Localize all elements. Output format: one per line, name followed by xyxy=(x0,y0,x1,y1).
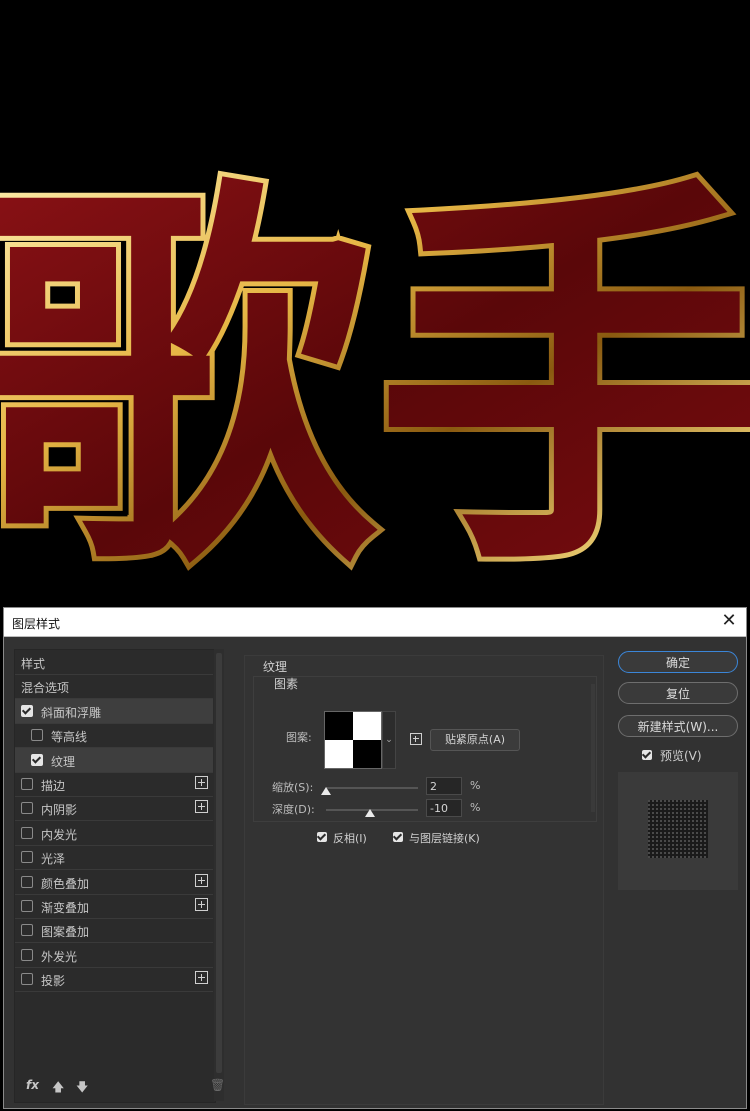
style-list-item[interactable]: 光泽 xyxy=(15,845,213,871)
add-effect-icon[interactable] xyxy=(195,898,208,911)
preview-texture xyxy=(648,800,708,858)
style-list-label: 光泽 xyxy=(41,852,66,867)
dialog-body: 样式 混合选项 斜面和浮雕 等高线 纹理 描边 内阴影 内发光 光泽 颜色叠加 渐变叠加 图案叠加 外发… xyxy=(4,637,746,1108)
style-list-label: 外发光 xyxy=(41,949,78,964)
style-list-item[interactable]: 内阴影 xyxy=(15,796,213,822)
preview-area xyxy=(618,772,738,890)
link-with-layer-label: 与图层链接(K) xyxy=(409,832,480,845)
style-list-label: 渐变叠加 xyxy=(41,901,90,915)
dialog-title: 图层样式 xyxy=(12,617,61,631)
dialog-titlebar[interactable]: 图层样式 ✕ xyxy=(4,608,746,637)
new-preset-icon[interactable] xyxy=(410,733,422,745)
style-list-label: 内发光 xyxy=(41,827,78,842)
checker-pattern xyxy=(325,712,381,768)
style-list-item[interactable]: 斜面和浮雕 xyxy=(15,698,213,724)
depth-input[interactable]: -10 xyxy=(426,799,462,817)
style-checkbox[interactable] xyxy=(21,802,33,815)
ok-button[interactable]: 确定 xyxy=(618,651,738,673)
style-list-item[interactable]: 等高线 xyxy=(15,723,213,749)
scale-label: 缩放(S): xyxy=(272,781,314,794)
chevron-down-icon[interactable]: ⌄ xyxy=(382,711,396,769)
preview-label: 预览(V) xyxy=(660,749,702,763)
style-list-item[interactable]: 纹理 xyxy=(15,747,213,773)
style-list-label: 颜色叠加 xyxy=(41,876,90,891)
preview-thumbnail xyxy=(648,800,708,858)
style-list-item[interactable]: 外发光 xyxy=(15,943,213,968)
add-effect-icon[interactable] xyxy=(195,800,208,814)
style-list-label: 斜面和浮雕 xyxy=(41,705,102,720)
scale-input[interactable]: 2 xyxy=(426,777,462,795)
arrow-up-icon[interactable]: 🡅 xyxy=(52,1078,64,1099)
pattern-swatch[interactable] xyxy=(324,711,382,769)
add-effect-icon[interactable] xyxy=(195,971,208,985)
texture-panel: 纹理 图素 图案: ⌄ 贴紧原点(A) 缩放(S): 2 % 深度(D): -1… xyxy=(244,655,604,1105)
invert-label: 反相(I) xyxy=(333,832,367,845)
artwork-canvas: 歌手 xyxy=(0,0,750,606)
style-checkbox[interactable] xyxy=(21,948,33,961)
style-list-item[interactable]: 渐变叠加 xyxy=(15,894,213,919)
scrollbar-thumb[interactable] xyxy=(216,653,222,1073)
scale-slider-knob[interactable] xyxy=(321,787,331,795)
arrow-down-icon[interactable]: 🡇 xyxy=(76,1078,88,1099)
style-checkbox[interactable] xyxy=(21,778,33,790)
style-list-footer: fx 🡅 🡇 🗑 xyxy=(18,1075,225,1099)
style-list-label: 等高线 xyxy=(51,730,88,745)
depth-percent: % xyxy=(470,801,481,814)
style-list-label: 投影 xyxy=(41,974,66,989)
artwork-characters: 歌手 xyxy=(0,145,750,606)
style-list-item[interactable]: 样式 xyxy=(15,650,213,675)
section-title: 纹理 xyxy=(263,660,288,674)
new-style-button[interactable]: 新建样式(W)... xyxy=(618,715,738,737)
style-list-label: 纹理 xyxy=(51,754,76,769)
style-checkbox[interactable] xyxy=(21,826,33,839)
close-icon[interactable]: ✕ xyxy=(718,610,740,632)
style-list-label: 描边 xyxy=(41,779,66,793)
scale-slider-track[interactable] xyxy=(326,787,418,789)
artwork-svg: 歌手 xyxy=(0,140,750,606)
style-checkbox[interactable] xyxy=(31,729,43,742)
add-effect-icon[interactable] xyxy=(195,873,208,887)
style-checkbox[interactable] xyxy=(31,753,43,766)
style-checkbox[interactable] xyxy=(21,851,33,864)
trash-icon[interactable]: 🗑 xyxy=(210,1078,225,1092)
depth-label: 深度(D): xyxy=(272,803,315,816)
elements-group: 图素 图案: ⌄ 贴紧原点(A) 缩放(S): 2 % 深度(D): -10 % xyxy=(253,676,597,822)
calligraphy-glyphs: 歌手 xyxy=(0,140,750,606)
style-list-item[interactable]: 图案叠加 xyxy=(15,918,213,944)
invert-checkbox[interactable] xyxy=(317,832,327,842)
style-list-item[interactable]: 混合选项 xyxy=(15,674,213,700)
style-list-label: 图案叠加 xyxy=(41,925,90,940)
style-checkbox[interactable] xyxy=(21,924,33,937)
layer-style-dialog: 图层样式 ✕ 样式 混合选项 斜面和浮雕 等高线 纹理 描边 内阴影 内发光 光泽 颜色叠加 渐变叠… xyxy=(3,607,747,1109)
fx-icon[interactable]: fx xyxy=(26,1078,39,1092)
style-checkbox[interactable] xyxy=(21,973,33,986)
style-list-item[interactable]: 描边 xyxy=(15,772,213,797)
style-list-label: 混合选项 xyxy=(21,681,70,696)
style-checkbox[interactable] xyxy=(21,875,33,888)
scale-percent: % xyxy=(470,779,481,792)
style-list-item[interactable]: 内发光 xyxy=(15,821,213,846)
style-list-item[interactable]: 投影 xyxy=(15,967,213,993)
preview-checkbox[interactable] xyxy=(642,750,652,760)
reset-button[interactable]: 复位 xyxy=(618,682,738,704)
style-checkbox[interactable] xyxy=(21,704,33,717)
depth-slider-knob[interactable] xyxy=(365,809,376,817)
style-list: 样式混合选项斜面和浮雕等高线纹理描边内阴影内发光光泽颜色叠加渐变叠加图案叠加外发… xyxy=(14,649,216,1103)
style-list-scrollbar[interactable] xyxy=(214,649,224,1101)
style-list-label: 样式 xyxy=(21,657,46,671)
link-with-layer-checkbox[interactable] xyxy=(393,832,403,842)
snap-to-origin-button[interactable]: 贴紧原点(A) xyxy=(430,729,520,751)
style-checkbox[interactable] xyxy=(21,900,33,912)
style-list-item[interactable]: 颜色叠加 xyxy=(15,870,213,895)
panel-scrollbar[interactable] xyxy=(591,684,595,812)
group-title: 图素 xyxy=(274,677,299,691)
style-list-label: 内阴影 xyxy=(41,803,78,818)
add-effect-icon[interactable] xyxy=(195,776,208,789)
pattern-label: 图案: xyxy=(286,731,312,744)
